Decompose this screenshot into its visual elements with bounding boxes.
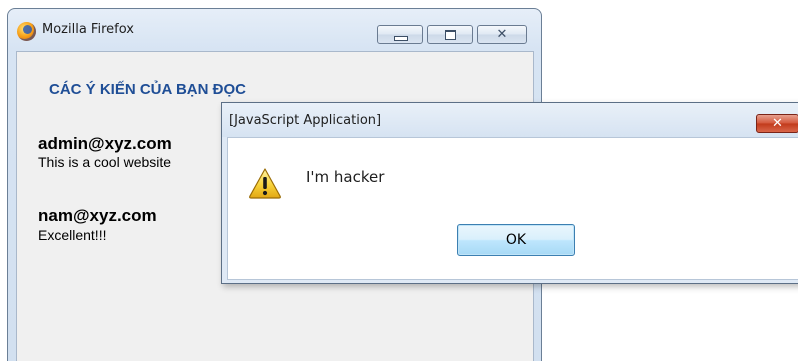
comment-author: admin@xyz.com [38, 134, 172, 153]
minimize-icon [394, 36, 408, 41]
close-button[interactable]: ✕ [477, 25, 527, 44]
dialog-title: [JavaScript Application] [229, 113, 382, 128]
dialog-close-button[interactable]: ✕ [756, 114, 798, 133]
dialog-message: I'm hacker [306, 168, 385, 186]
comment-author: nam@xyz.com [38, 206, 157, 225]
firefox-titlebar[interactable]: Mozilla Firefox ✕ [8, 9, 541, 51]
maximize-button[interactable] [427, 25, 473, 44]
ok-button[interactable]: OK [457, 224, 575, 256]
dialog-body: I'm hacker OK [227, 137, 798, 280]
comment-text: This is a cool website [38, 154, 172, 170]
warning-icon [249, 168, 281, 199]
comment-text: Excellent!!! [38, 227, 107, 243]
maximize-icon [445, 30, 456, 40]
minimize-button[interactable] [377, 25, 423, 44]
close-icon: ✕ [496, 27, 508, 42]
firefox-logo-icon[interactable] [17, 22, 36, 41]
close-icon: ✕ [772, 116, 783, 131]
window-title: Mozilla Firefox [42, 22, 134, 37]
desktop: Mozilla Firefox ✕ CÁC Ý KIẾN CỦA BẠN ĐỌC… [0, 0, 798, 361]
dialog-titlebar[interactable]: [JavaScript Application] ✕ [222, 103, 798, 137]
alert-dialog: [JavaScript Application] ✕ I'm hacker OK [221, 102, 798, 284]
page-heading: CÁC Ý KIẾN CỦA BẠN ĐỌC [49, 81, 246, 98]
dialog-footer: OK [228, 221, 798, 279]
